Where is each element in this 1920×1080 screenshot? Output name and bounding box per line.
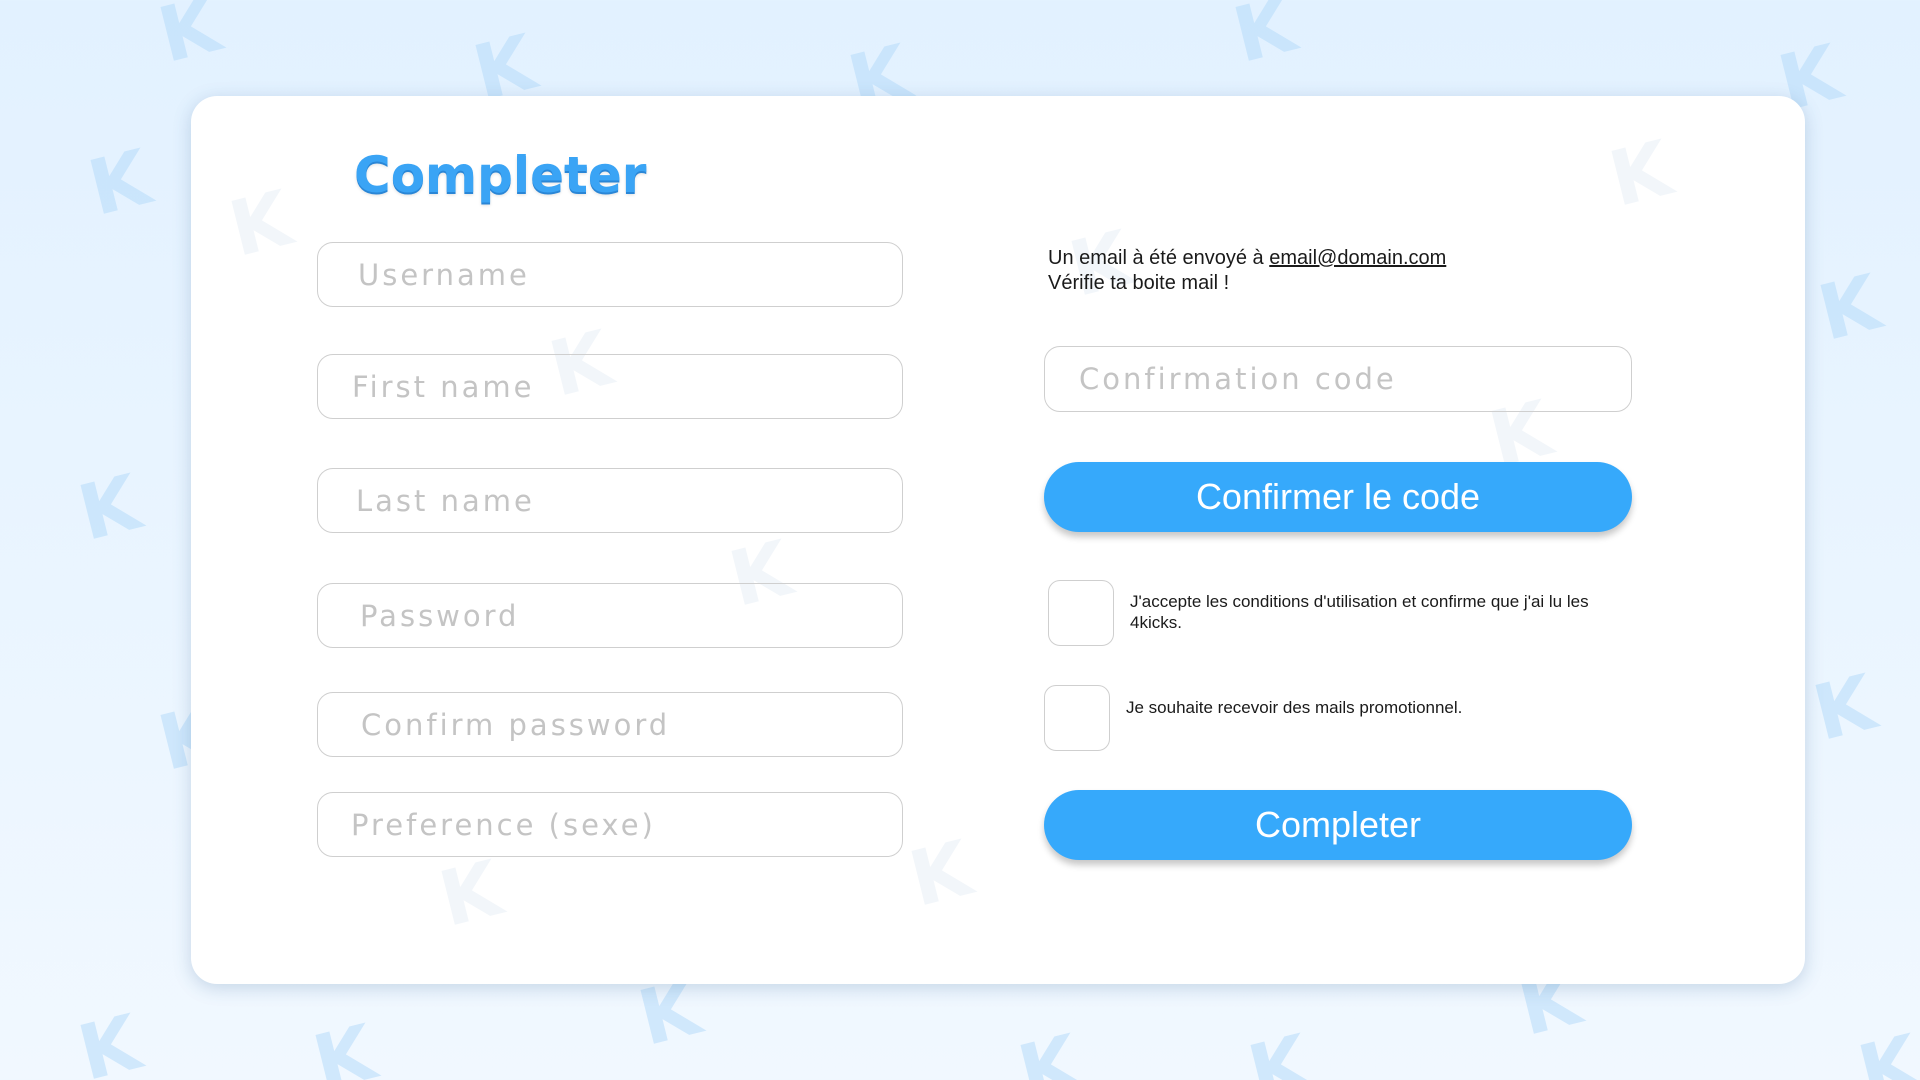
- preference-field[interactable]: [317, 792, 903, 857]
- confirm-code-button[interactable]: Confirmer le code: [1044, 462, 1632, 532]
- preference-input[interactable]: [318, 793, 902, 856]
- password-input[interactable]: [318, 584, 902, 647]
- logo-watermark-icon: K: [1009, 1017, 1089, 1080]
- complete-button[interactable]: Completer: [1044, 790, 1632, 860]
- last-name-input[interactable]: [318, 469, 902, 532]
- promo-checkbox[interactable]: [1044, 685, 1110, 751]
- terms-checkbox[interactable]: [1048, 580, 1114, 646]
- logo-watermark-icon: K: [69, 457, 149, 558]
- page-title: Completer: [354, 146, 647, 204]
- logo-watermark-icon: K: [1239, 1017, 1319, 1080]
- confirm-password-field[interactable]: [317, 692, 903, 757]
- logo-watermark-icon: K: [220, 173, 300, 274]
- first-name-field[interactable]: [317, 354, 903, 419]
- email-link[interactable]: email@domain.com: [1269, 247, 1446, 269]
- logo-watermark-icon: K: [1600, 123, 1680, 224]
- confirmation-code-input[interactable]: [1045, 347, 1631, 411]
- promo-label: Je souhaite recevoir des mails promotion…: [1126, 698, 1463, 717]
- logo-watermark-icon: K: [149, 0, 229, 80]
- logo-watermark-icon: K: [900, 823, 980, 924]
- password-field[interactable]: [317, 583, 903, 648]
- logo-watermark-icon: K: [1849, 1017, 1920, 1080]
- last-name-field[interactable]: [317, 468, 903, 533]
- terms-label: J'accepte les conditions d'utilisation e…: [1130, 592, 1589, 632]
- username-input[interactable]: [318, 243, 902, 306]
- confirmation-code-field[interactable]: [1044, 346, 1632, 412]
- username-field[interactable]: [317, 242, 903, 307]
- logo-watermark-icon: K: [79, 132, 159, 233]
- signup-card: K K K K K K K K Completer Un email à été…: [191, 96, 1805, 984]
- logo-watermark-icon: K: [1809, 257, 1889, 358]
- logo-watermark-icon: K: [1224, 0, 1304, 80]
- logo-watermark-icon: K: [69, 997, 149, 1080]
- email-sent-line: Un email à été envoyé à email@domain.com: [1048, 246, 1446, 271]
- first-name-input[interactable]: [318, 355, 902, 418]
- email-sent-prefix: Un email à été envoyé à: [1048, 247, 1270, 269]
- logo-watermark-icon: K: [430, 843, 510, 944]
- logo-watermark-icon: K: [304, 1007, 384, 1080]
- email-sent-notice: Un email à été envoyé à email@domain.com…: [1048, 246, 1446, 296]
- confirm-password-input[interactable]: [318, 693, 902, 756]
- check-mailbox-text: Vérifie ta boite mail !: [1048, 272, 1230, 294]
- logo-watermark-icon: K: [1804, 657, 1884, 758]
